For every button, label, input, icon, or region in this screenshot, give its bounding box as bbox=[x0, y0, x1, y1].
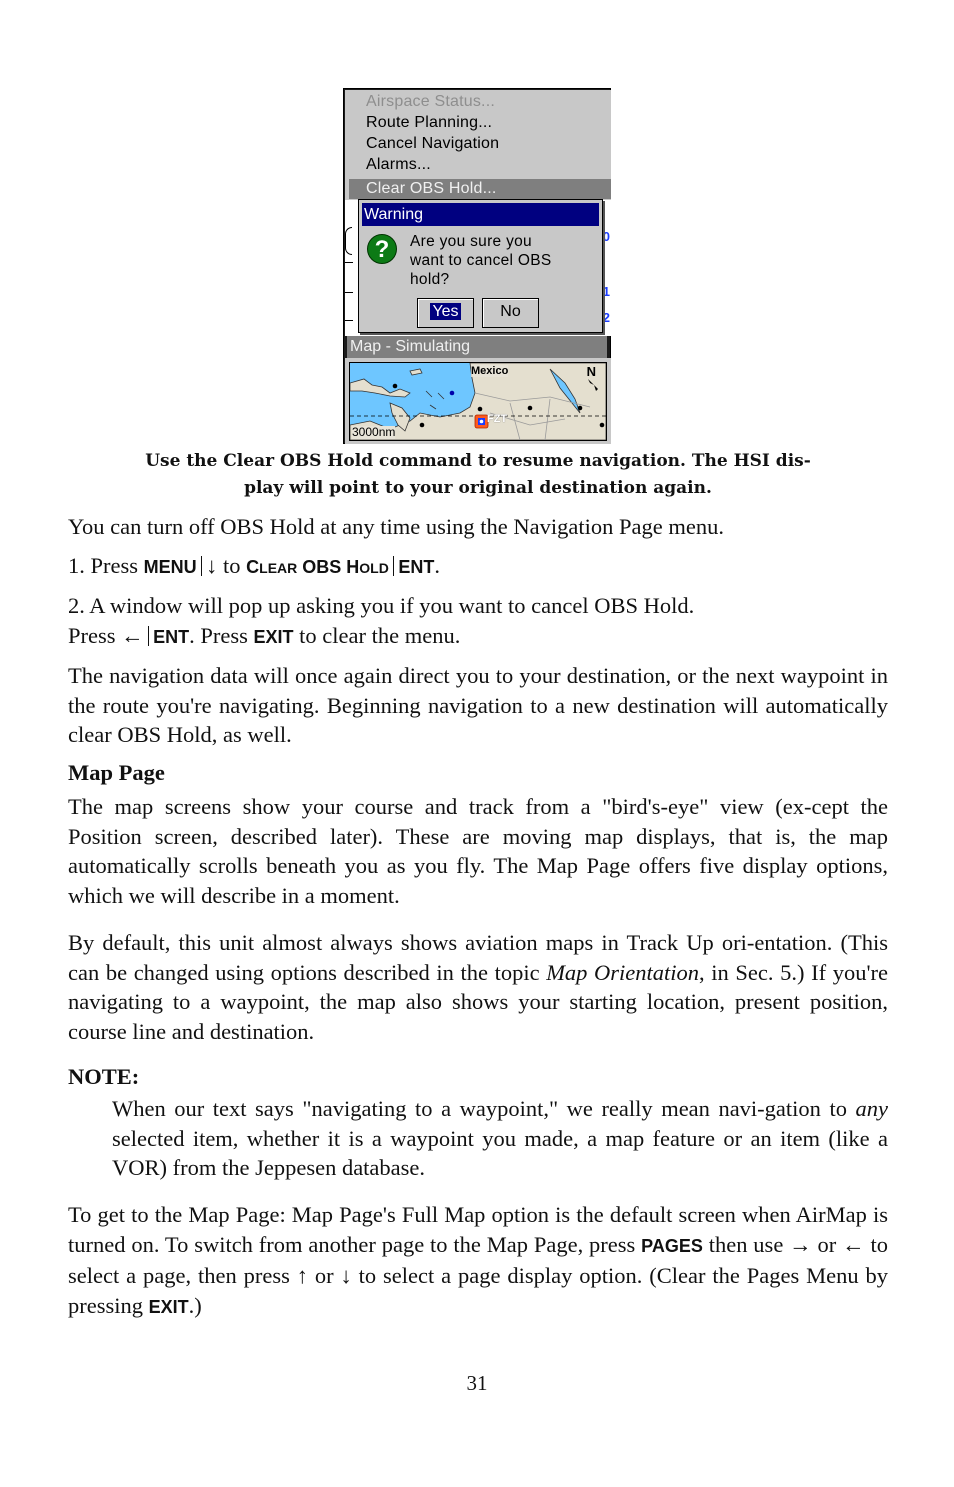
hsi-scale-number: 0 bbox=[602, 229, 610, 244]
cmd-part: OBS bbox=[297, 557, 347, 577]
map-point bbox=[392, 383, 398, 389]
note-text: When our text says "navigating to a wayp… bbox=[112, 1094, 888, 1183]
para-text: or bbox=[811, 1231, 843, 1257]
map-point bbox=[577, 405, 583, 411]
map-point bbox=[419, 422, 425, 428]
hsi-tick bbox=[345, 320, 353, 321]
map-title-bar: Map - Simulating bbox=[347, 336, 607, 358]
dialog-title: Warning bbox=[362, 203, 599, 226]
key-exit: EXIT bbox=[148, 1296, 189, 1317]
menu-item-cancel-navigation[interactable]: Cancel Navigation bbox=[366, 134, 499, 154]
note-text-part: selected item, whether it is a waypoint … bbox=[112, 1125, 888, 1181]
hsi-tick bbox=[345, 262, 353, 263]
dialog-message: Are you sure you want to cancel OBS hold… bbox=[410, 233, 552, 288]
map-scale-label: 3000nm bbox=[352, 425, 396, 439]
step-text: 2. A window will pop up asking you if yo… bbox=[68, 593, 695, 618]
map-point bbox=[527, 405, 533, 411]
arrow-down-icon: ↓ bbox=[206, 553, 218, 578]
no-button[interactable]: No bbox=[482, 298, 539, 328]
arrow-left-icon: ← bbox=[121, 622, 144, 648]
page-number: 31 bbox=[466, 1371, 488, 1395]
command-clear-obs-hold: CLEAR OBS HOLD bbox=[246, 557, 389, 577]
separator bbox=[392, 556, 395, 576]
map-frame: Mexico N FZT 3000nm bbox=[345, 358, 611, 444]
step-text: Press bbox=[68, 622, 122, 648]
hsi-arc bbox=[345, 227, 352, 255]
arrow-down-icon: ↓ bbox=[340, 1263, 352, 1288]
map-point bbox=[599, 422, 605, 428]
para-text: .) bbox=[188, 1292, 202, 1318]
key-ent: ENT bbox=[398, 557, 435, 577]
step-text: . Press bbox=[189, 622, 254, 648]
section-heading-map-page: Map Page bbox=[68, 760, 165, 785]
hsi-scale-number: 1 bbox=[602, 284, 610, 299]
cmd-part: C bbox=[246, 557, 260, 577]
cmd-part: LEAR bbox=[259, 560, 298, 576]
note-heading: NOTE: bbox=[68, 1064, 140, 1089]
resume-paragraph: The navigation data will once again dire… bbox=[68, 663, 888, 747]
arrow-up-icon: ↑ bbox=[296, 1263, 308, 1288]
para-text: or bbox=[307, 1263, 341, 1288]
separator bbox=[147, 625, 150, 646]
navigation-menu: Airspace Status... Route Planning... Can… bbox=[345, 90, 611, 200]
step-2: 2. A window will pop up asking you if yo… bbox=[68, 591, 888, 652]
hsi-scale-number: 2 bbox=[602, 310, 610, 325]
map-point bbox=[477, 406, 483, 412]
step-text: . bbox=[434, 553, 440, 578]
get-to-map-paragraph: To get to the Map Page: Map Page's Full … bbox=[68, 1200, 888, 1322]
yes-button[interactable]: Yes bbox=[417, 298, 474, 328]
figure-caption-line-2: play will point to your original destina… bbox=[244, 478, 712, 498]
menu-item-label: Clear OBS Hold... bbox=[366, 180, 497, 197]
key-exit: EXIT bbox=[253, 626, 294, 647]
emphasis: any bbox=[855, 1096, 889, 1121]
step-text: to bbox=[217, 553, 247, 578]
menu-item-airspace-status[interactable]: Airspace Status... bbox=[366, 92, 495, 112]
step-text: to clear the menu. bbox=[293, 622, 461, 648]
yes-button-label: Yes bbox=[430, 303, 461, 320]
key-menu: MENU bbox=[143, 557, 197, 577]
map-page-paragraph-1: The map screens show your course and tra… bbox=[68, 794, 888, 908]
key-ent: ENT bbox=[153, 626, 190, 647]
map-point bbox=[449, 390, 455, 396]
step-1: 1. Press MENU ↓ to CLEAR OBS HOLD ENT. bbox=[68, 551, 888, 584]
arrow-right-icon: → bbox=[789, 1231, 812, 1257]
device-screenshot: Airspace Status... Route Planning... Can… bbox=[343, 88, 611, 444]
hsi-tick bbox=[345, 292, 353, 293]
menu-item-clear-obs-hold[interactable]: Clear OBS Hold... bbox=[349, 179, 611, 199]
arrow-left-icon: ← bbox=[842, 1231, 865, 1257]
separator bbox=[200, 556, 203, 576]
warning-dialog: Warning ? Are you sure you want to cance… bbox=[358, 199, 603, 333]
para-text: then use bbox=[702, 1231, 790, 1257]
map-page-paragraph-2: By default, this unit almost always show… bbox=[68, 928, 888, 1046]
cmd-part: OLD bbox=[359, 560, 389, 576]
waypoint-label: FZT bbox=[487, 413, 508, 425]
topic-reference: Map Orientation bbox=[546, 959, 700, 985]
north-indicator: N bbox=[586, 364, 596, 379]
map-region-label: Mexico bbox=[471, 365, 509, 377]
waypoint-marker-center bbox=[479, 419, 484, 424]
figure-caption-line-1: Use the Clear OBS Hold command to resume… bbox=[145, 451, 811, 471]
menu-item-alarms[interactable]: Alarms... bbox=[366, 155, 431, 175]
map-view[interactable]: Mexico N FZT 3000nm bbox=[349, 362, 607, 441]
intro-paragraph: You can turn off OBS Hold at any time us… bbox=[68, 514, 724, 539]
menu-item-route-planning[interactable]: Route Planning... bbox=[366, 113, 492, 133]
note-text-part: When our text says "navigating to a wayp… bbox=[112, 1096, 856, 1121]
question-icon: ? bbox=[367, 234, 397, 264]
step-text: 1. Press bbox=[68, 553, 144, 578]
key-pages: PAGES bbox=[641, 1235, 703, 1256]
cmd-part: H bbox=[346, 557, 360, 577]
